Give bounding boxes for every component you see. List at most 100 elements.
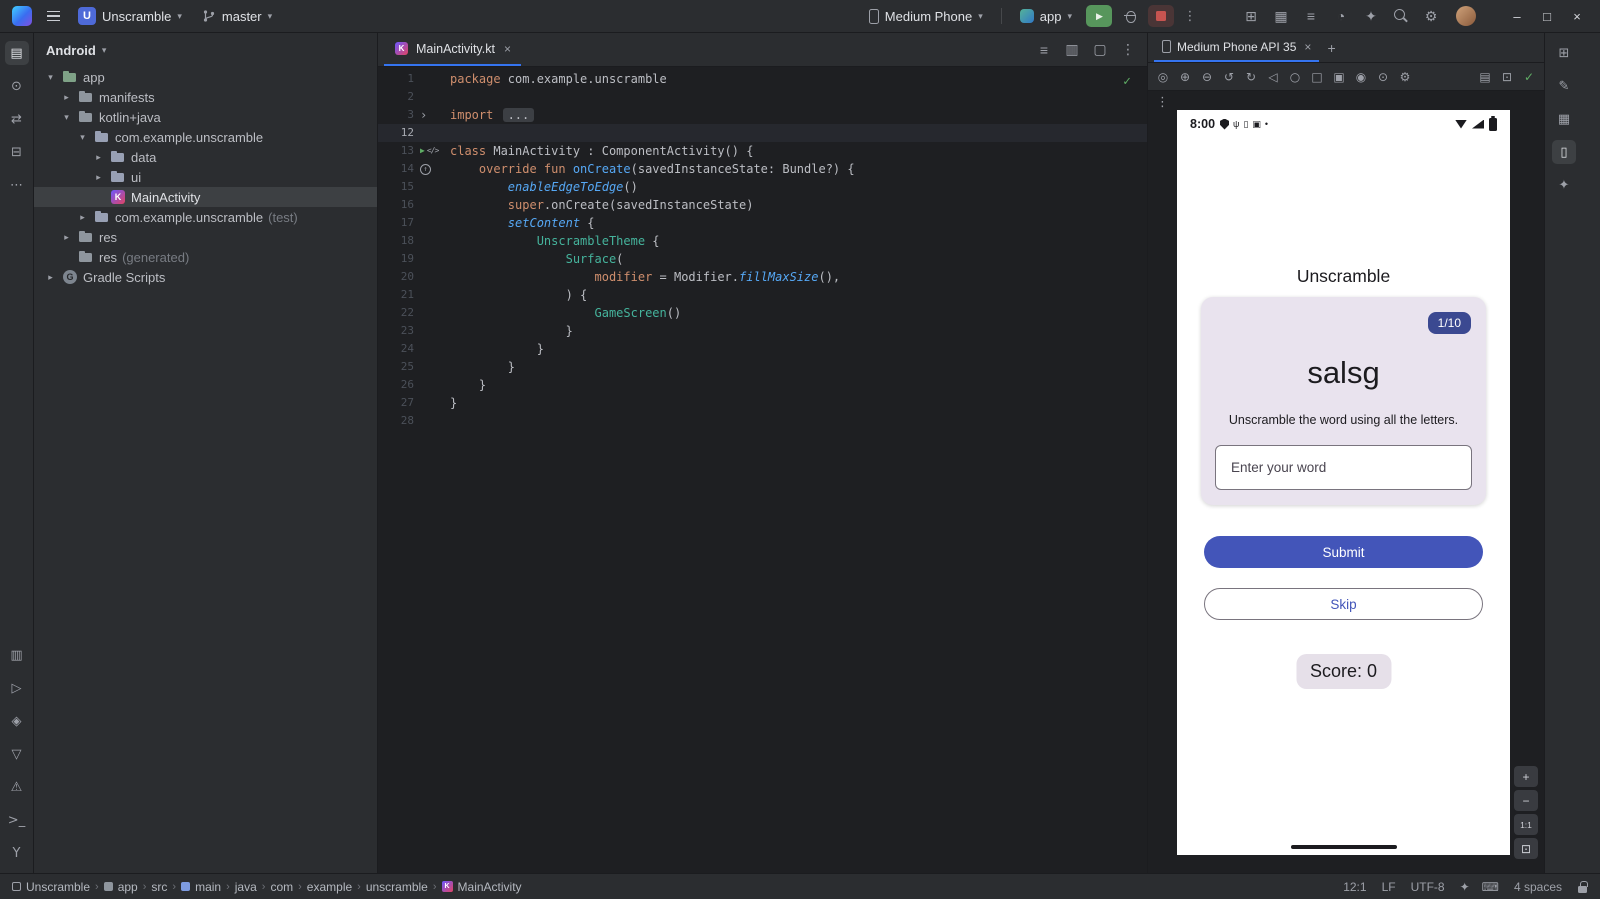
zoom-out-button[interactable]: −: [1514, 790, 1538, 811]
code-line[interactable]: 20 modifier = Modifier.fillMaxSize(),: [378, 268, 1147, 286]
code-line[interactable]: 1 package com.example.unscramble: [378, 70, 1147, 88]
code-line[interactable]: 24 }: [378, 340, 1147, 358]
overview-icon[interactable]: □: [1306, 67, 1328, 87]
code-line[interactable]: 12: [378, 124, 1147, 142]
power-icon[interactable]: ◎: [1152, 67, 1174, 87]
run-more-options-icon[interactable]: ⋮: [1180, 8, 1200, 24]
zoom-fit-button[interactable]: ⊡: [1514, 838, 1538, 859]
work-profile-icon[interactable]: ▣: [1252, 119, 1261, 130]
breadcrumb-com[interactable]: com: [270, 880, 293, 894]
tree-item-data[interactable]: ▸ data: [34, 147, 377, 167]
gemini-status-icon[interactable]: ✦: [1460, 880, 1470, 894]
caret-position-widget[interactable]: 12:1: [1343, 880, 1366, 894]
editor-tab-mainactivity[interactable]: K MainActivity.kt ×: [384, 33, 521, 66]
status-dot-icon[interactable]: •: [1265, 119, 1268, 129]
minimize-button[interactable]: –: [1502, 2, 1532, 30]
compose-preview-icon[interactable]: </>: [427, 142, 439, 160]
device-ready-icon[interactable]: ✓: [1518, 67, 1540, 87]
zoom-reset-button[interactable]: 1:1: [1514, 814, 1538, 835]
project-tool-icon[interactable]: ▤: [4, 41, 29, 65]
search-icon[interactable]: [1388, 3, 1414, 29]
display-modes-icon[interactable]: ▤: [1474, 67, 1496, 87]
debug-button[interactable]: [1118, 5, 1142, 27]
tree-item-app[interactable]: ▾ app: [34, 67, 377, 87]
snapshot-icon[interactable]: ⊙: [1372, 67, 1394, 87]
tree-item-gradle-scripts[interactable]: ▸ G Gradle Scripts: [34, 267, 377, 287]
structure-tool-icon[interactable]: ⊟: [5, 140, 29, 164]
fold-collapsed-icon[interactable]: ›: [420, 106, 427, 124]
gemini-tool-icon[interactable]: ✦: [1552, 173, 1576, 197]
terminal-tool-icon[interactable]: >_: [5, 808, 29, 832]
code-line[interactable]: 3 › import ...: [378, 106, 1147, 124]
code-line[interactable]: 13 ▶ </> class MainActivity : ComponentActi…: [378, 142, 1147, 160]
gemini-icon[interactable]: ✦: [1358, 3, 1384, 29]
split-editor-icon[interactable]: ▥: [1059, 37, 1085, 63]
zoom-in-button[interactable]: +: [1514, 766, 1538, 787]
run-configuration-selector[interactable]: app ▾: [1012, 6, 1080, 27]
code-line[interactable]: 19 Surface(: [378, 250, 1147, 268]
word-input[interactable]: [1215, 445, 1472, 490]
rotate-right-icon[interactable]: ↻: [1240, 67, 1262, 87]
code-line[interactable]: 27}: [378, 394, 1147, 412]
version-control-tool-icon[interactable]: Y: [5, 841, 29, 865]
code-line[interactable]: 28: [378, 412, 1147, 430]
code-line[interactable]: 17 setContent {: [378, 214, 1147, 232]
submit-button[interactable]: Submit: [1204, 536, 1483, 568]
project-view-selector[interactable]: Android ▾: [34, 33, 377, 67]
problems-tool-icon[interactable]: ⚠: [5, 775, 29, 799]
breadcrumb-src[interactable]: src: [151, 880, 167, 894]
tree-item-manifests[interactable]: ▸ manifests: [34, 87, 377, 107]
commit-tool-icon[interactable]: ⊙: [5, 74, 29, 98]
code-line[interactable]: 22 GameScreen(): [378, 304, 1147, 322]
volume-down-icon[interactable]: ⊖: [1196, 67, 1218, 87]
code-line[interactable]: 18 UnscrambleTheme {: [378, 232, 1147, 250]
chevron-right-icon[interactable]: ▸: [60, 92, 73, 103]
encoding-widget[interactable]: UTF-8: [1411, 880, 1445, 894]
user-avatar[interactable]: [1456, 6, 1476, 26]
screen-record-icon[interactable]: ◉: [1350, 67, 1372, 87]
device-toolbar-overflow-icon[interactable]: ⋮: [1156, 94, 1169, 110]
chevron-right-icon[interactable]: ▸: [44, 272, 57, 283]
chevron-right-icon[interactable]: ▸: [92, 152, 105, 163]
home-icon[interactable]: ○: [1284, 67, 1306, 87]
tree-item-res[interactable]: ▸ res: [34, 227, 377, 247]
code-line[interactable]: 14 ↑ override fun onCreate(savedInstanceS…: [378, 160, 1147, 178]
chevron-right-icon[interactable]: ▸: [76, 212, 89, 223]
code-editor[interactable]: 1 package com.example.unscramble 2 3 › import…: [378, 67, 1147, 873]
chevron-right-icon[interactable]: ▸: [92, 172, 105, 183]
device-manager-tool-icon[interactable]: ▦: [1552, 107, 1576, 131]
breadcrumb-unscramble[interactable]: unscramble: [366, 880, 428, 894]
volume-up-icon[interactable]: ⊕: [1174, 67, 1196, 87]
chevron-down-icon[interactable]: ▾: [76, 132, 89, 143]
logcat-tool-icon[interactable]: ▽: [5, 742, 29, 766]
code-line[interactable]: 23 }: [378, 322, 1147, 340]
tree-item-ui[interactable]: ▸ ui: [34, 167, 377, 187]
breadcrumb-unscramble[interactable]: Unscramble: [12, 880, 90, 894]
vibrate-icon[interactable]: ▯: [1243, 119, 1248, 130]
layout-inspector-icon[interactable]: ⊞: [1238, 3, 1264, 29]
emulator-screen[interactable]: 8:00 ψ ▯ ▣ • Unscramble 1/10 salsg Unscr…: [1177, 110, 1510, 855]
override-marker-icon[interactable]: ↑: [420, 163, 431, 175]
maximize-button[interactable]: □: [1532, 2, 1562, 30]
run-tool-icon[interactable]: ▷: [5, 676, 29, 700]
logcat-icon[interactable]: ≡: [1298, 3, 1324, 29]
code-line[interactable]: 21 ) {: [378, 286, 1147, 304]
breadcrumb-main[interactable]: main: [181, 880, 221, 894]
privacy-shield-icon[interactable]: [1220, 118, 1230, 130]
breadcrumb-mainactivity[interactable]: K MainActivity: [441, 880, 522, 894]
fullscreen-icon[interactable]: ⊡: [1496, 67, 1518, 87]
ai-assistant-tool-icon[interactable]: ✎: [1552, 74, 1576, 98]
gradle-tool-icon[interactable]: ⊞: [1552, 41, 1576, 65]
close-button[interactable]: ×: [1562, 2, 1592, 30]
detach-editor-icon[interactable]: ▢: [1087, 37, 1113, 63]
build-tool-icon[interactable]: ◈: [5, 709, 29, 733]
add-device-tab-icon[interactable]: +: [1327, 40, 1335, 56]
readonly-lock-icon[interactable]: [1577, 880, 1588, 893]
project-widget[interactable]: U Unscramble ▾: [70, 4, 190, 28]
tree-item-res-generated[interactable]: res (generated): [34, 247, 377, 267]
chevron-down-icon[interactable]: ▾: [60, 112, 73, 123]
code-line[interactable]: 26 }: [378, 376, 1147, 394]
gesture-bar[interactable]: [1290, 845, 1397, 849]
tree-item-mainactivity[interactable]: K MainActivity: [34, 187, 377, 207]
chevron-down-icon[interactable]: ▾: [44, 72, 57, 83]
